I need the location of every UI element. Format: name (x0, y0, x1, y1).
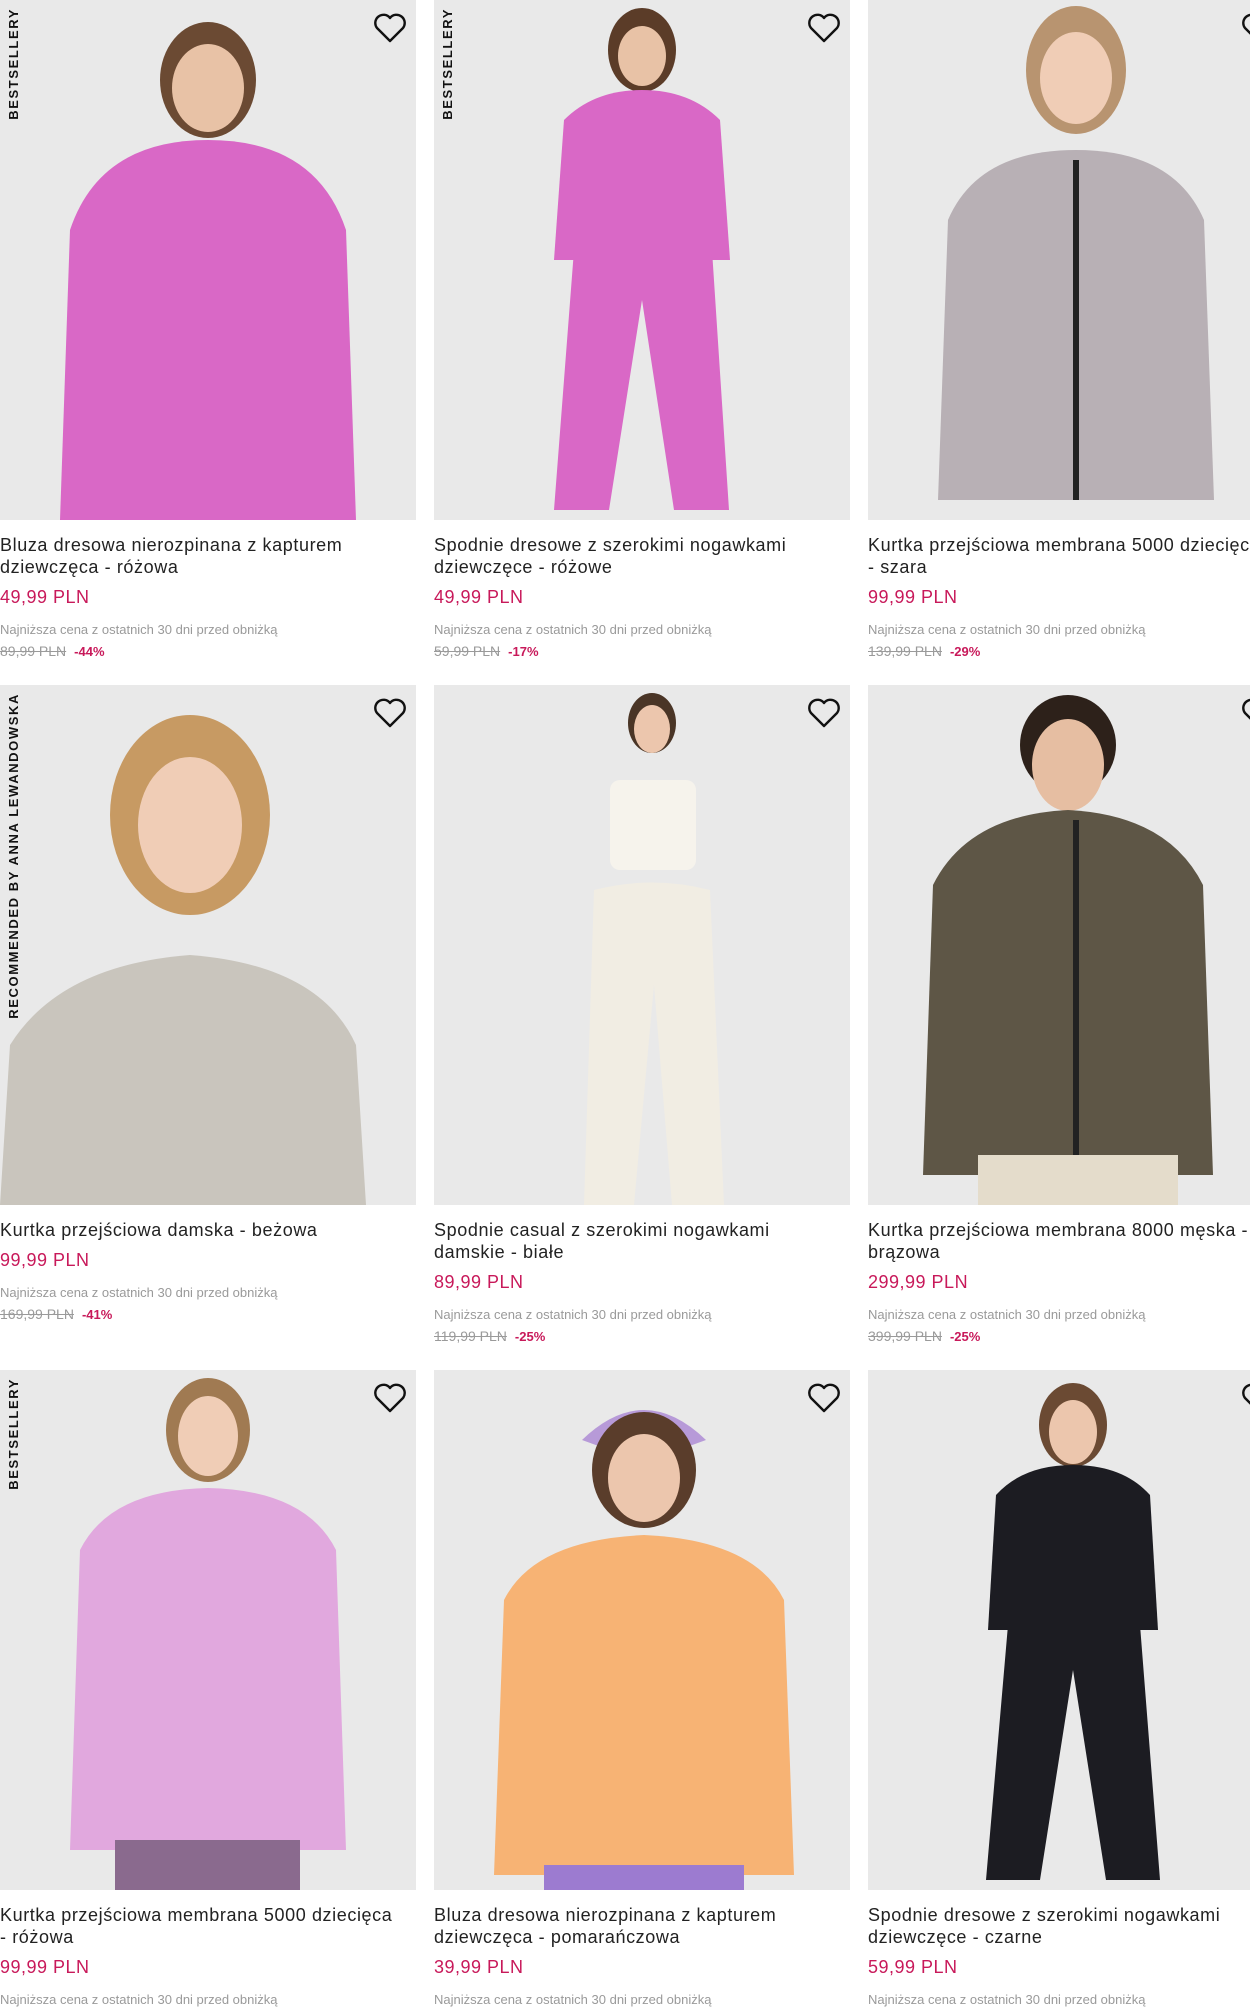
old-price-row: 89,99 PLN -44% (0, 643, 105, 659)
wishlist-heart-icon[interactable] (1240, 1380, 1250, 1416)
old-price-row: 119,99 PLN -25% (434, 1328, 545, 1344)
title-line: dziewczęce - czarne (868, 1927, 1043, 1947)
wishlist-heart-icon[interactable] (372, 1380, 408, 1416)
title-line: Spodnie casual z szerokimi nogawkami (434, 1220, 770, 1240)
title-line: Bluza dresowa nierozpinana z kapturem (434, 1905, 777, 1925)
title-line: brązowa (868, 1242, 941, 1262)
product-photo[interactable] (434, 1370, 850, 1890)
discount-badge: -17% (508, 644, 539, 659)
garment-shape (584, 882, 724, 1205)
product-title[interactable]: Kurtka przejściowa damska - beżowa (0, 1219, 410, 1241)
wishlist-heart-icon[interactable] (806, 1380, 842, 1416)
product-photo[interactable] (868, 685, 1250, 1205)
old-price: 139,99 PLN (868, 643, 942, 659)
product-title[interactable]: Kurtka przejściowa membrana 5000 dziecię… (0, 1904, 410, 1948)
discount-badge: -25% (514, 1329, 546, 1344)
lowest-price-note: Najniższa cena z ostatnich 30 dni przed … (868, 1992, 1146, 2007)
garment-shape (70, 1488, 346, 1850)
lowest-price-note: Najniższa cena z ostatnich 30 dni przed … (434, 622, 712, 637)
old-price: 89,99 PLN (0, 643, 67, 659)
wishlist-heart-icon[interactable] (806, 10, 842, 46)
old-price: 119,99 PLN (434, 1328, 507, 1344)
wishlist-heart-icon[interactable] (372, 10, 408, 46)
garment-shape (988, 1465, 1158, 1630)
product-photo[interactable]: BESTSELLERY (434, 0, 850, 520)
product-price: 299,99 PLN (868, 1272, 969, 1292)
lowest-price-note: Najniższa cena z ostatnich 30 dni przed … (0, 1992, 278, 2007)
product-photo[interactable] (868, 0, 1250, 520)
garment-shape (0, 955, 366, 1205)
title-line: dziewczęca - pomarańczowa (434, 1927, 681, 1947)
lowest-price-note: Najniższa cena z ostatnich 30 dni przed … (868, 622, 1146, 637)
product-photo[interactable] (868, 1370, 1250, 1890)
product-title[interactable]: Bluza dresowa nierozpinana z kapturem dz… (0, 534, 410, 578)
lowest-price-note: Najniższa cena z ostatnich 30 dni przed … (0, 1285, 278, 1300)
discount-badge: -41% (81, 1307, 113, 1322)
product-title[interactable]: Bluza dresowa nierozpinana z kapturem dz… (434, 1904, 844, 1948)
old-price: 399,99 PLN (868, 1328, 942, 1344)
product-badge: BESTSELLERY (6, 1378, 21, 1490)
old-price-row: 399,99 PLN -25% (868, 1328, 980, 1344)
title-line: dziewczęca - różowa (0, 557, 179, 577)
title-line: - szara (868, 557, 928, 577)
wishlist-heart-icon[interactable] (806, 695, 842, 731)
title-line: dziewczęce - różowe (434, 557, 613, 577)
lowest-price-note: Najniższa cena z ostatnich 30 dni przed … (434, 1992, 712, 2007)
product-price: 59,99 PLN (868, 1957, 958, 1977)
wishlist-heart-icon[interactable] (372, 695, 408, 731)
product-photo[interactable]: RECOMMENDED BY ANNA LEWANDOWSKA (0, 685, 416, 1205)
product-price: 49,99 PLN (0, 587, 90, 607)
garment-shape (554, 250, 729, 510)
title-line: damskie - białe (434, 1242, 565, 1262)
product-price: 99,99 PLN (0, 1957, 90, 1977)
product-price: 99,99 PLN (0, 1250, 90, 1270)
product-badge: RECOMMENDED BY ANNA LEWANDOWSKA (6, 693, 21, 1019)
product-title[interactable]: Spodnie dresowe z szerokimi nogawkami dz… (868, 1904, 1250, 1948)
product-photo[interactable]: BESTSELLERY (0, 1370, 416, 1890)
discount-badge: -29% (949, 644, 981, 659)
title-line: Kurtka przejściowa membrana 5000 dziecię… (868, 535, 1250, 555)
lowest-price-note: Najniższa cena z ostatnich 30 dni przed … (0, 622, 278, 637)
product-title[interactable]: Spodnie casual z szerokimi nogawkami dam… (434, 1219, 844, 1263)
lowest-price-note: Najniższa cena z ostatnich 30 dni przed … (868, 1307, 1146, 1322)
old-price-row: 139,99 PLN -29% (868, 643, 980, 659)
title-line: Kurtka przejściowa membrana 5000 dziecię… (0, 1905, 393, 1925)
product-photo[interactable] (434, 685, 850, 1205)
wishlist-heart-icon[interactable] (1240, 10, 1250, 46)
old-price-row: 59,99 PLN -17% (434, 643, 539, 659)
old-price: 59,99 PLN (434, 643, 501, 659)
title-line: Bluza dresowa nierozpinana z kapturem (0, 535, 343, 555)
title-line: - różowa (0, 1927, 74, 1947)
wishlist-heart-icon[interactable] (1240, 695, 1250, 731)
garment-shape (60, 140, 356, 520)
discount-badge: -44% (74, 644, 105, 659)
lowest-price-note: Najniższa cena z ostatnich 30 dni przed … (434, 1307, 712, 1322)
product-price: 39,99 PLN (434, 1957, 524, 1977)
product-title[interactable]: Kurtka przejściowa membrana 5000 dziecię… (868, 534, 1250, 578)
product-price: 99,99 PLN (868, 587, 958, 607)
title-line: Spodnie dresowe z szerokimi nogawkami (868, 1905, 1221, 1925)
garment-shape (986, 1625, 1160, 1880)
title-line: Kurtka przejściowa damska - beżowa (0, 1220, 318, 1240)
product-title[interactable]: Spodnie dresowe z szerokimi nogawkami dz… (434, 534, 844, 578)
old-price: 169,99 PLN (0, 1306, 74, 1322)
product-badge: BESTSELLERY (440, 8, 455, 120)
garment-shape (923, 810, 1213, 1175)
title-line: Spodnie dresowe z szerokimi nogawkami (434, 535, 787, 555)
discount-badge: -25% (949, 1329, 981, 1344)
title-line: Kurtka przejściowa membrana 8000 męska - (868, 1220, 1249, 1240)
product-badge: BESTSELLERY (6, 8, 21, 120)
old-price-row: 169,99 PLN -41% (0, 1306, 112, 1322)
product-price: 49,99 PLN (434, 587, 524, 607)
product-price: 89,99 PLN (434, 1272, 524, 1292)
garment-shape (554, 90, 730, 260)
product-photo[interactable]: BESTSELLERY (0, 0, 416, 520)
product-title[interactable]: Kurtka przejściowa membrana 8000 męska -… (868, 1219, 1250, 1263)
garment-shape (494, 1535, 794, 1875)
